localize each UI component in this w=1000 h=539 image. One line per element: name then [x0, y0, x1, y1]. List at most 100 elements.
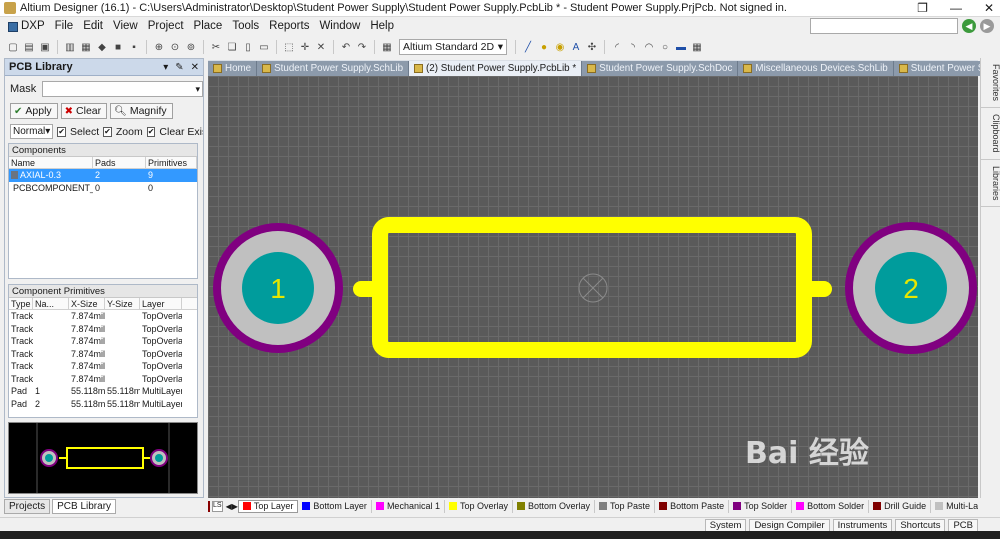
- board-icon[interactable]: ■: [111, 40, 125, 54]
- col-name[interactable]: Name: [9, 157, 93, 168]
- restore-button[interactable]: ❐: [917, 0, 928, 17]
- layer-tab[interactable]: Bottom Overlay: [513, 499, 596, 513]
- primitive-row[interactable]: Track7.874milTopOverlay: [9, 373, 197, 386]
- close-button[interactable]: ✕: [984, 0, 994, 17]
- menu-place[interactable]: Place: [189, 17, 228, 36]
- magnify-button[interactable]: 🔍︎ Magnify: [110, 103, 173, 119]
- component-row[interactable]: PCBCOMPONENT_ 0 0: [9, 182, 197, 195]
- col-type[interactable]: Type: [9, 298, 33, 309]
- layer-tab[interactable]: Mechanical 1: [372, 499, 445, 513]
- pad-2[interactable]: 2: [845, 222, 977, 354]
- menu-view[interactable]: View: [108, 17, 143, 36]
- place-string-icon[interactable]: A: [569, 40, 583, 54]
- address-input[interactable]: [810, 18, 958, 34]
- primitive-row[interactable]: Pad 2 55.118mi 55.118mi MultiLayer: [9, 398, 197, 411]
- doc-tab[interactable]: (2) Student Power Supply.PcbLib *: [409, 61, 583, 76]
- view-mode-select[interactable]: Altium Standard 2D ▾: [399, 39, 507, 55]
- layer-tab[interactable]: Multi-Layer: [931, 500, 978, 513]
- menu-help[interactable]: Help: [365, 17, 399, 36]
- arc-any-icon[interactable]: ◠: [642, 40, 656, 54]
- mask-input[interactable]: ▾: [42, 81, 203, 97]
- panel-menu-icon[interactable]: ▾: [163, 62, 168, 73]
- footprint-preview[interactable]: [8, 422, 198, 494]
- col-layer[interactable]: Layer: [140, 298, 182, 309]
- layer-tab[interactable]: Top Overlay: [445, 499, 513, 513]
- component-icon[interactable]: ▪: [127, 40, 141, 54]
- layer-tab[interactable]: Top Layer: [237, 499, 299, 513]
- zoom-fit-icon[interactable]: ⊚: [184, 40, 198, 54]
- place-line-icon[interactable]: ╱: [521, 40, 535, 54]
- primitive-row[interactable]: Track7.874milTopOverlay: [9, 360, 197, 373]
- select-checkbox[interactable]: ✔: [57, 126, 66, 137]
- primitive-row[interactable]: Pad 1 55.118mi 55.118mi MultiLayer: [9, 385, 197, 398]
- component-row[interactable]: AXIAL-0.3 2 9: [9, 169, 197, 182]
- full-circle-icon[interactable]: ○: [658, 40, 672, 54]
- col-x-size[interactable]: X-Size: [69, 298, 105, 309]
- grid-icon[interactable]: ▦: [380, 40, 394, 54]
- tab-clipboard[interactable]: Clipboard: [981, 108, 1000, 160]
- paste-icon[interactable]: ▯: [241, 40, 255, 54]
- print-icon[interactable]: ▥: [63, 40, 77, 54]
- new-icon[interactable]: ▢: [6, 40, 20, 54]
- menu-reports[interactable]: Reports: [264, 17, 314, 36]
- panel-close-icon[interactable]: ✕: [191, 62, 199, 73]
- mode-select[interactable]: Normal ▾: [10, 124, 54, 139]
- arc-center-icon[interactable]: ◜: [610, 40, 624, 54]
- layer-tab[interactable]: Drill Guide: [869, 499, 932, 513]
- minimize-button[interactable]: —: [950, 0, 962, 17]
- doc-tab[interactable]: Home: [208, 61, 258, 76]
- menu-dxp[interactable]: DXP: [0, 17, 50, 36]
- layer-tab[interactable]: Bottom Paste: [655, 499, 730, 513]
- menu-tools[interactable]: Tools: [227, 17, 264, 36]
- zoom-checkbox[interactable]: ✔: [103, 126, 112, 137]
- back-icon[interactable]: ◀: [962, 19, 976, 33]
- pad-1[interactable]: 1: [213, 223, 343, 353]
- move-icon[interactable]: ✛: [298, 40, 312, 54]
- doc-tab[interactable]: Student Power Supply.SchDoc: [582, 61, 739, 76]
- pin-icon[interactable]: ✎: [175, 62, 183, 73]
- menu-window[interactable]: Window: [314, 17, 365, 36]
- primitive-row[interactable]: Track7.874milTopOverlay: [9, 323, 197, 336]
- layers-3d-icon[interactable]: ◆: [95, 40, 109, 54]
- layer-tab[interactable]: Bottom Solder: [792, 499, 870, 513]
- col-y-size[interactable]: Y-Size: [105, 298, 140, 309]
- forward-icon[interactable]: ▶: [980, 19, 994, 33]
- array-paste-icon[interactable]: ▦: [690, 40, 704, 54]
- rubber-stamp-icon[interactable]: ▭: [257, 40, 271, 54]
- redo-icon[interactable]: ↷: [355, 40, 369, 54]
- col-na[interactable]: Na...: [33, 298, 69, 309]
- deselect-icon[interactable]: ✕: [314, 40, 328, 54]
- layer-set-button[interactable]: LS: [212, 500, 223, 512]
- apply-button[interactable]: ✔ Apply: [10, 103, 58, 119]
- open-icon[interactable]: ▤: [22, 40, 36, 54]
- place-pad-icon[interactable]: ●: [537, 40, 551, 54]
- clear-button[interactable]: ✖ Clear: [60, 103, 108, 119]
- print-preview-icon[interactable]: ▦: [79, 40, 93, 54]
- arc-edge-icon[interactable]: ◝: [626, 40, 640, 54]
- zoom-in-icon[interactable]: ⊕: [152, 40, 166, 54]
- current-layer-swatch[interactable]: [208, 500, 210, 512]
- cut-icon[interactable]: ✂: [209, 40, 223, 54]
- col-pads[interactable]: Pads: [93, 157, 146, 168]
- layer-tab[interactable]: Top Solder: [729, 499, 793, 513]
- zoom-area-icon[interactable]: ⊙: [168, 40, 182, 54]
- menu-file[interactable]: File: [50, 17, 79, 36]
- col-primitives[interactable]: Primitives: [146, 157, 197, 168]
- primitive-row[interactable]: Track7.874milTopOverlay: [9, 335, 197, 348]
- tab-projects[interactable]: Projects: [4, 499, 51, 514]
- clear-existing-checkbox[interactable]: ✔: [146, 126, 156, 137]
- tab-libraries[interactable]: Libraries: [981, 160, 1000, 208]
- menu-project[interactable]: Project: [143, 17, 189, 36]
- layer-tab[interactable]: Bottom Layer: [298, 499, 372, 513]
- copy-icon[interactable]: ❏: [225, 40, 239, 54]
- primitive-row[interactable]: Track7.874milTopOverlay: [9, 310, 197, 323]
- place-coordinate-icon[interactable]: ✣: [585, 40, 599, 54]
- layer-tab[interactable]: Top Paste: [595, 499, 656, 513]
- tab-pcb-library[interactable]: PCB Library: [52, 499, 117, 514]
- menu-edit[interactable]: Edit: [78, 17, 108, 36]
- tab-favorites[interactable]: Favorites: [981, 58, 1000, 109]
- select-area-icon[interactable]: ⬚: [282, 40, 296, 54]
- doc-tab[interactable]: Student Power Supply.SchLib: [257, 61, 410, 76]
- undo-icon[interactable]: ↶: [339, 40, 353, 54]
- primitive-row[interactable]: Track7.874milTopOverlay: [9, 348, 197, 361]
